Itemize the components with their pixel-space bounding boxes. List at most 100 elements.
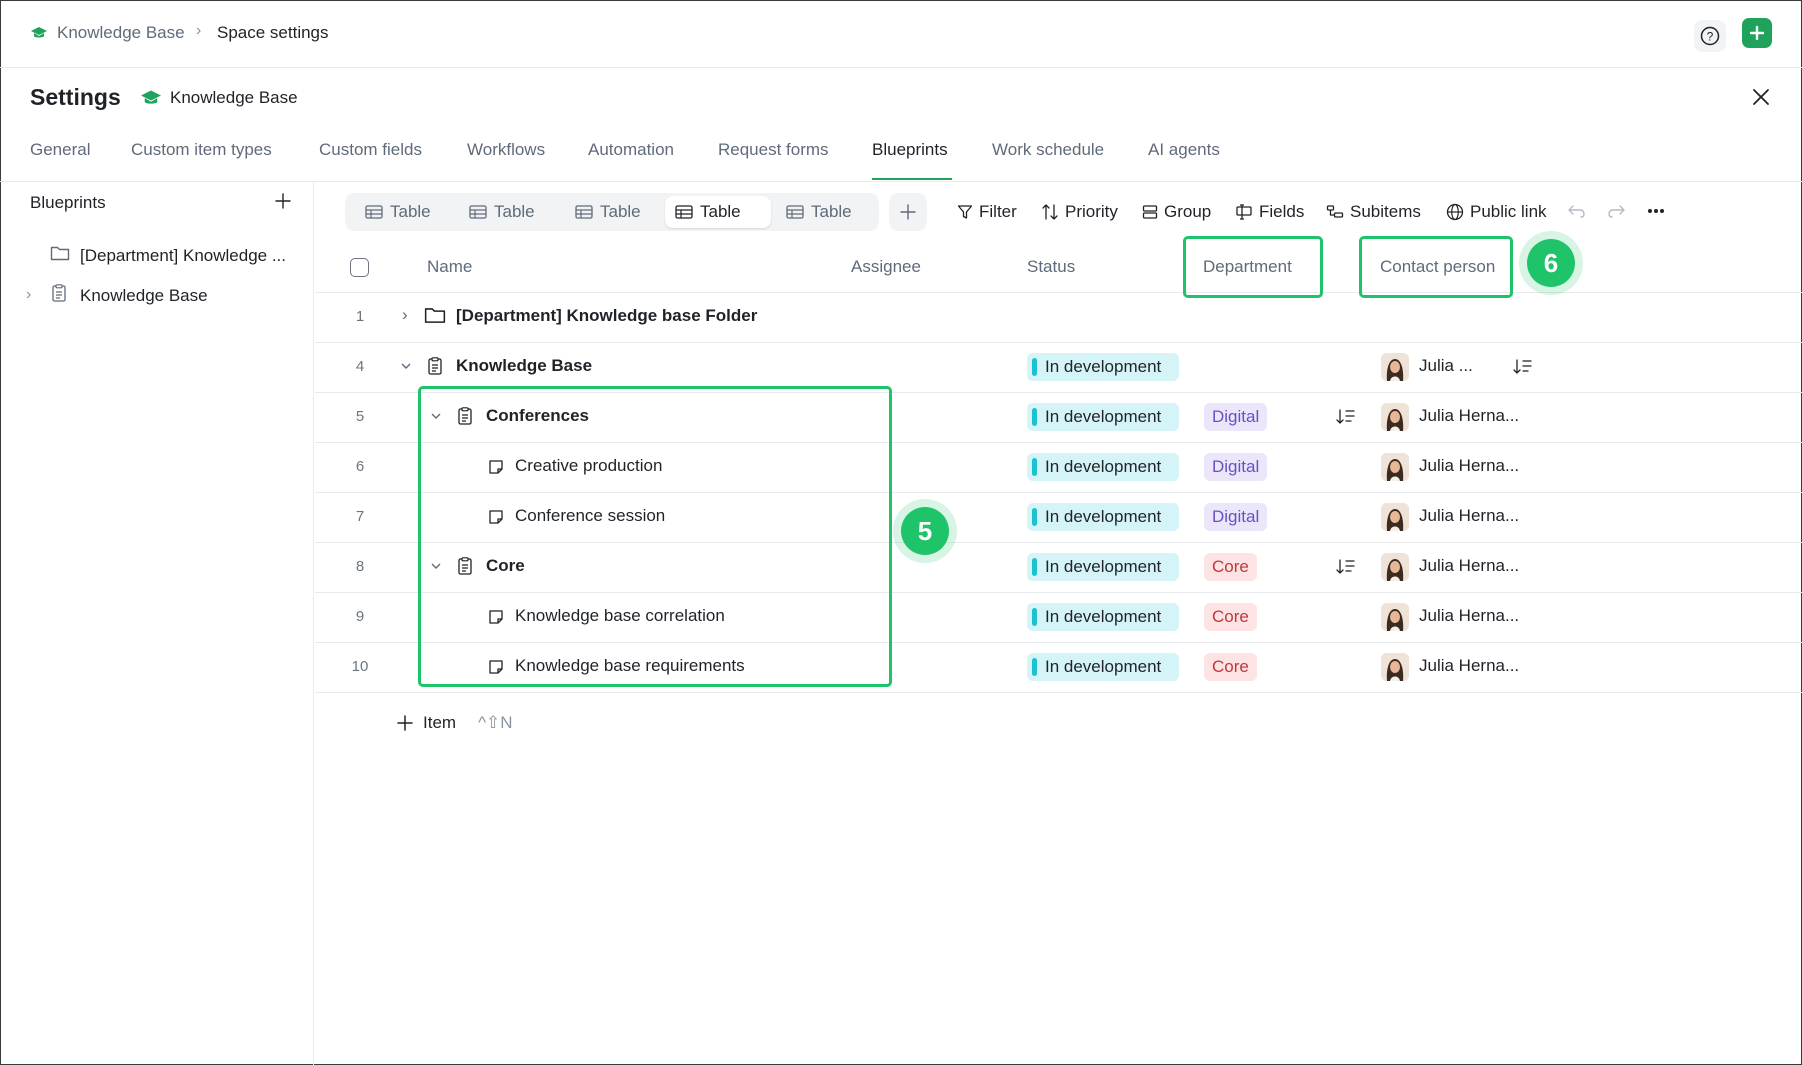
- undo-button[interactable]: [1567, 202, 1587, 220]
- contact-person-name[interactable]: Julia ...: [1419, 356, 1473, 376]
- contact-person-name[interactable]: Julia Herna...: [1419, 556, 1519, 576]
- column-header-status[interactable]: Status: [1027, 257, 1075, 277]
- create-button[interactable]: [1742, 18, 1772, 48]
- view-label: Table: [494, 202, 535, 221]
- close-button[interactable]: [1752, 88, 1770, 106]
- view-tab-table[interactable]: Table: [565, 196, 651, 228]
- add-blueprint-button[interactable]: [275, 193, 291, 209]
- department-tag[interactable]: Core: [1204, 603, 1257, 631]
- sort-descending-icon[interactable]: [1513, 358, 1533, 376]
- divider: [315, 292, 1802, 293]
- row-name[interactable]: Knowledge Base: [456, 356, 592, 376]
- status-badge[interactable]: In development: [1027, 353, 1179, 381]
- priority-label: Priority: [1065, 202, 1118, 221]
- sidebar-item-department-folder[interactable]: [Department] Knowledge ...: [80, 246, 286, 266]
- tab-automation[interactable]: Automation: [588, 140, 674, 160]
- tab-custom-item-types[interactable]: Custom item types: [131, 140, 272, 160]
- group-button[interactable]: Group: [1142, 198, 1211, 226]
- add-view-button[interactable]: [889, 193, 927, 231]
- plus-icon: [397, 715, 413, 731]
- column-header-name[interactable]: Name: [427, 257, 472, 277]
- more-options-button[interactable]: [1647, 208, 1665, 214]
- row-number: 10: [351, 658, 369, 675]
- table-icon: [365, 205, 383, 219]
- add-item-button[interactable]: Item ^⇧N: [397, 713, 513, 733]
- status-badge[interactable]: In development: [1027, 603, 1179, 631]
- filter-icon: [957, 205, 973, 219]
- contact-person-name[interactable]: Julia Herna...: [1419, 456, 1519, 476]
- contact-person-name[interactable]: Julia Herna...: [1419, 506, 1519, 526]
- status-label: In development: [1045, 407, 1162, 426]
- more-icon: [1648, 209, 1664, 213]
- svg-text:?: ?: [1707, 30, 1714, 44]
- help-icon: ?: [1700, 26, 1720, 46]
- add-item-label: Item: [423, 713, 457, 732]
- sort-descending-icon[interactable]: [1336, 408, 1356, 426]
- fields-icon: [1236, 204, 1252, 220]
- status-badge[interactable]: In development: [1027, 653, 1179, 681]
- view-tab-table-active[interactable]: Table: [665, 196, 771, 228]
- highlight-contact-column: [1359, 236, 1513, 298]
- tab-request-forms[interactable]: Request forms: [718, 140, 829, 160]
- chevron-down-icon[interactable]: [400, 360, 412, 372]
- avatar: [1381, 653, 1409, 681]
- department-tag[interactable]: Digital: [1204, 453, 1268, 481]
- status-label: In development: [1045, 607, 1162, 626]
- status-label: In development: [1045, 507, 1162, 526]
- sort-descending-icon[interactable]: [1336, 558, 1356, 576]
- status-badge[interactable]: In development: [1027, 503, 1179, 531]
- contact-person-name[interactable]: Julia Herna...: [1419, 406, 1519, 426]
- avatar: [1381, 403, 1409, 431]
- divider: [313, 182, 314, 1065]
- subitems-label: Subitems: [1350, 202, 1421, 221]
- subitems-button[interactable]: Subitems: [1326, 198, 1421, 226]
- view-label: Table: [700, 202, 741, 221]
- public-link-button[interactable]: Public link: [1446, 198, 1547, 226]
- breadcrumb-space[interactable]: Knowledge Base: [57, 23, 185, 43]
- chevron-right-icon[interactable]: ›: [26, 286, 31, 304]
- subitems-icon: [1326, 205, 1344, 218]
- department-tag[interactable]: Core: [1204, 553, 1257, 581]
- help-button[interactable]: ?: [1694, 20, 1726, 52]
- view-tab-table[interactable]: Table: [776, 196, 862, 228]
- status-badge[interactable]: In development: [1027, 553, 1179, 581]
- filter-button[interactable]: Filter: [957, 198, 1017, 226]
- row-number: 6: [355, 458, 365, 475]
- department-tag[interactable]: Digital: [1204, 503, 1268, 531]
- column-header-assignee[interactable]: Assignee: [851, 257, 921, 277]
- redo-button[interactable]: [1606, 202, 1626, 220]
- avatar: [1381, 353, 1409, 381]
- tab-blueprints[interactable]: Blueprints: [872, 140, 948, 160]
- view-label: Table: [390, 202, 431, 221]
- view-tab-table[interactable]: Table: [355, 196, 441, 228]
- tab-workflows[interactable]: Workflows: [467, 140, 545, 160]
- contact-person-name[interactable]: Julia Herna...: [1419, 606, 1519, 626]
- divider: [315, 692, 1802, 693]
- document-icon: [52, 284, 66, 302]
- public-link-label: Public link: [1470, 202, 1547, 221]
- table-icon: [469, 205, 487, 219]
- tab-general[interactable]: General: [30, 140, 90, 160]
- space-name: Knowledge Base: [170, 88, 298, 107]
- chevron-right-icon[interactable]: ›: [402, 305, 408, 325]
- sidebar-item-knowledge-base[interactable]: Knowledge Base: [80, 286, 208, 306]
- highlight-department-column: [1183, 236, 1323, 298]
- row-number: 8: [355, 558, 365, 575]
- priority-button[interactable]: Priority: [1041, 198, 1118, 226]
- fields-button[interactable]: Fields: [1235, 198, 1304, 226]
- contact-person-name[interactable]: Julia Herna...: [1419, 656, 1519, 676]
- tab-custom-fields[interactable]: Custom fields: [319, 140, 422, 160]
- status-badge[interactable]: In development: [1027, 403, 1179, 431]
- select-all-checkbox[interactable]: [350, 258, 369, 277]
- row-name[interactable]: [Department] Knowledge base Folder: [456, 306, 757, 326]
- status-label: In development: [1045, 357, 1162, 376]
- tab-ai-agents[interactable]: AI agents: [1148, 140, 1220, 160]
- department-tag[interactable]: Digital: [1204, 403, 1268, 431]
- highlight-subitems: [418, 386, 892, 687]
- group-icon: [1142, 205, 1158, 219]
- view-tab-table[interactable]: Table: [459, 196, 545, 228]
- department-tag[interactable]: Core: [1204, 653, 1257, 681]
- row-number: 1: [355, 308, 365, 325]
- status-badge[interactable]: In development: [1027, 453, 1179, 481]
- tab-work-schedule[interactable]: Work schedule: [992, 140, 1104, 160]
